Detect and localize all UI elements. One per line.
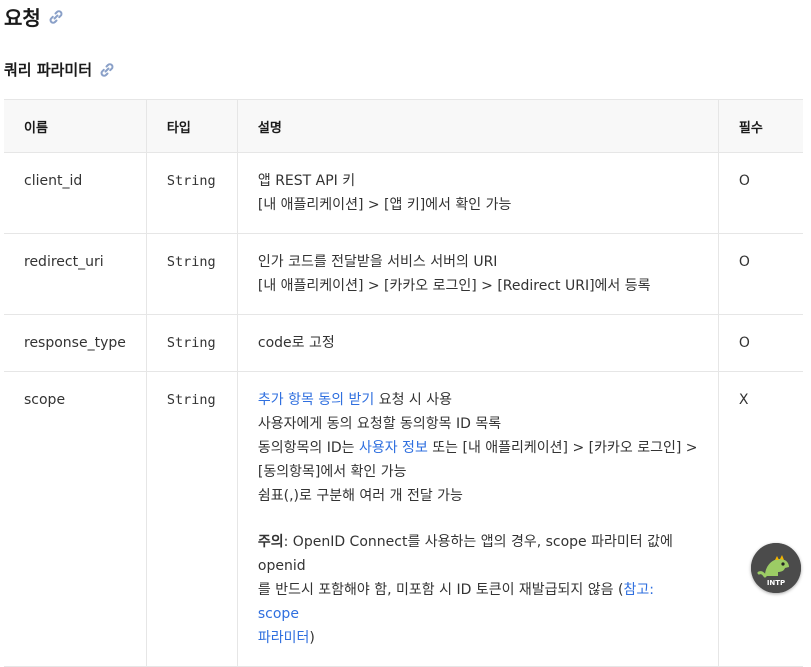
column-header-type: 타입 xyxy=(146,99,238,153)
description-line: 추가 항목 동의 받기 요청 시 사용 xyxy=(258,388,698,412)
param-name: scope xyxy=(4,371,147,667)
param-description: 앱 REST API 키 [내 애플리케이션] > [앱 키]에서 확인 가능 xyxy=(237,152,719,234)
param-name: redirect_uri xyxy=(4,233,147,315)
description-line: 쉼표(,)로 구분해 여러 개 전달 가능 xyxy=(257,488,463,504)
param-required: O xyxy=(718,314,803,372)
param-required: O xyxy=(718,152,803,234)
param-required: X xyxy=(718,371,803,667)
column-header-required: 필수 xyxy=(718,99,803,153)
param-description: code로 고정 xyxy=(237,314,719,372)
link-user-info[interactable]: 사용자 정보 xyxy=(359,440,428,456)
badge-label: INTP xyxy=(767,579,785,587)
section-title-query-params: 쿼리 파라미터 xyxy=(4,59,116,80)
description-line: 사용자에게 동의 요청할 동의항목 ID 목록 xyxy=(257,416,502,432)
description-line: 동의항목의 ID는 사용자 정보 또는 [내 애플리케이션] > [카카오 로그… xyxy=(258,436,698,460)
param-type: String xyxy=(146,371,238,667)
description-line: 파라미터) xyxy=(258,626,698,650)
param-required: O xyxy=(718,233,803,315)
description-text: 를 반드시 포함해야 함, 미포함 시 ID 토큰이 재발급되지 않음 ( xyxy=(257,582,624,598)
description-line: [내 애플리케이션] > [카카오 로그인] > [Redirect URI]에… xyxy=(257,278,651,294)
description-text: : OpenID Connect를 사용하는 앱의 경우, scope 파라미터… xyxy=(257,534,673,574)
dinosaur-icon: INTP xyxy=(751,543,801,593)
table-row: response_type String code로 고정 O xyxy=(4,314,803,372)
param-type: String xyxy=(146,314,238,372)
description-text: 요청 시 사용 xyxy=(374,392,453,408)
description-text: 로 고정 xyxy=(291,335,335,351)
description-line: [동의항목]에서 확인 가능 xyxy=(257,464,407,480)
param-description: 인가 코드를 전달받을 서비스 서버의 URI [내 애플리케이션] > [카카… xyxy=(237,233,719,315)
link-additional-consent[interactable]: 추가 항목 동의 받기 xyxy=(258,392,374,408)
link-scope-reference-cont[interactable]: 파라미터 xyxy=(258,630,310,646)
caution-note: 주의: OpenID Connect를 사용하는 앱의 경우, scope 파라… xyxy=(258,530,698,650)
description-text: 또는 [내 애플리케이션] > [카카오 로그인] > xyxy=(427,440,698,456)
query-params-table: 이름 타입 설명 필수 client_id String 앱 REST API … xyxy=(4,99,803,667)
section-title-request-text: 요청 xyxy=(4,6,41,30)
description-line: [내 애플리케이션] > [앱 키]에서 확인 가능 xyxy=(257,197,512,213)
section-title-query-params-text: 쿼리 파라미터 xyxy=(4,61,93,79)
description-text: 동의항목의 ID는 xyxy=(257,440,359,456)
param-description: 추가 항목 동의 받기 요청 시 사용 사용자에게 동의 요청할 동의항목 ID… xyxy=(237,371,719,667)
table-row: redirect_uri String 인가 코드를 전달받을 서비스 서버의 … xyxy=(4,233,803,315)
description-line: 인가 코드를 전달받을 서비스 서버의 URI xyxy=(257,254,498,270)
link-icon[interactable] xyxy=(98,61,116,79)
param-name: response_type xyxy=(4,314,147,372)
description-line: 앱 REST API 키 xyxy=(257,173,356,189)
column-header-name: 이름 xyxy=(4,99,147,153)
description-line: 주의: OpenID Connect를 사용하는 앱의 경우, scope 파라… xyxy=(258,530,698,578)
floating-avatar-badge[interactable]: INTP xyxy=(751,543,801,593)
section-title-request: 요청 xyxy=(4,2,65,31)
table-row: client_id String 앱 REST API 키 [내 애플리케이션]… xyxy=(4,152,803,234)
caution-label: 주의 xyxy=(257,534,284,550)
table-header-row: 이름 타입 설명 필수 xyxy=(4,99,803,153)
param-type: String xyxy=(146,233,238,315)
description-line: 를 반드시 포함해야 함, 미포함 시 ID 토큰이 재발급되지 않음 (참고:… xyxy=(258,578,698,626)
param-type: String xyxy=(146,152,238,234)
table-row: scope String 추가 항목 동의 받기 요청 시 사용 사용자에게 동… xyxy=(4,371,803,667)
description-text: ) xyxy=(309,630,315,646)
inline-code: code xyxy=(257,335,292,351)
column-header-description: 설명 xyxy=(237,99,719,153)
link-icon[interactable] xyxy=(47,8,65,26)
param-name: client_id xyxy=(4,152,147,234)
